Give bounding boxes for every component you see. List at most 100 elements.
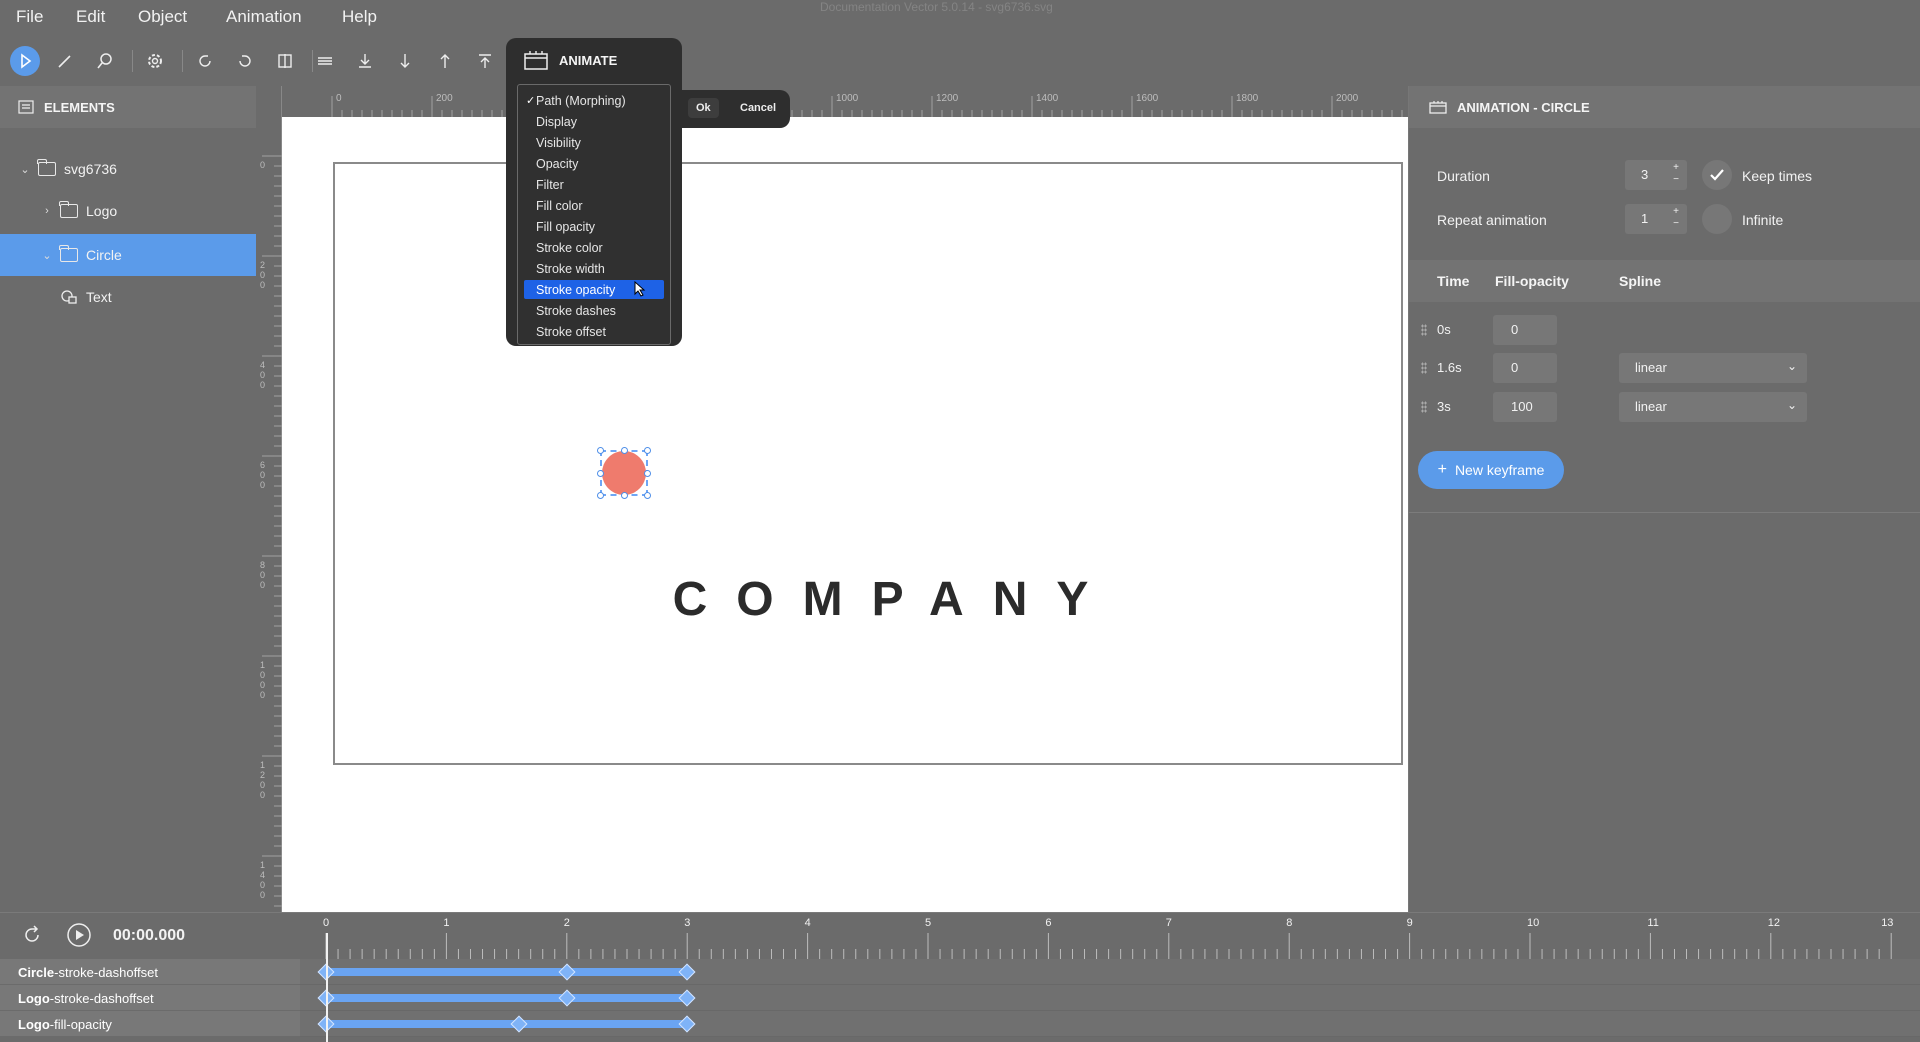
track-label[interactable]: Circle-stroke-dashoffset	[0, 959, 300, 985]
stepper-icon[interactable]: + −	[1673, 206, 1679, 230]
cursor-icon	[634, 280, 646, 302]
drag-handle-icon[interactable]	[1421, 401, 1427, 413]
menu-help[interactable]: Help	[342, 7, 377, 27]
loop-icon[interactable]	[21, 924, 43, 946]
rotate-ccw-button[interactable]	[232, 48, 258, 74]
menu-animation[interactable]: Animation	[226, 7, 302, 27]
flip-icon	[278, 54, 292, 68]
keyframe-diamond[interactable]	[558, 989, 576, 1007]
track-row[interactable]	[300, 1011, 1920, 1037]
ruler-label: 4 0 0	[260, 360, 266, 390]
property-option[interactable]: Filter	[524, 175, 664, 194]
move-down-button[interactable]	[392, 48, 418, 74]
property-option[interactable]: Stroke color	[524, 238, 664, 257]
gear-icon	[148, 54, 162, 68]
infinite-checkbox[interactable]	[1702, 204, 1732, 234]
keyframe-row[interactable]: 1.6s 0 linear ⌄	[1409, 350, 1920, 388]
keyframe-row[interactable]: 0s 0	[1409, 312, 1920, 350]
property-option-label: Path (Morphing)	[536, 94, 626, 108]
column-time: Time	[1437, 273, 1470, 289]
resize-handle[interactable]	[644, 470, 651, 477]
spline-select[interactable]: linear ⌄	[1619, 353, 1807, 383]
to-top-button[interactable]	[472, 48, 498, 74]
resize-handle[interactable]	[597, 492, 604, 499]
timeline-tick-label: 11	[1647, 917, 1659, 929]
keyframe-value-input[interactable]: 0	[1493, 315, 1557, 345]
move-up-button[interactable]	[432, 48, 458, 74]
track-bar[interactable]	[326, 968, 688, 976]
resize-handle[interactable]	[597, 447, 604, 454]
keep-times-checkbox[interactable]	[1702, 160, 1732, 190]
spline-select[interactable]: linear ⌄	[1619, 392, 1807, 422]
zoom-icon	[97, 53, 112, 69]
resize-handle[interactable]	[644, 447, 651, 454]
keyframe-diamond[interactable]	[678, 963, 696, 981]
property-option-label: Filter	[536, 178, 564, 192]
track-bar[interactable]	[326, 994, 688, 1002]
pen-tool-button[interactable]	[52, 48, 78, 74]
property-option[interactable]: Fill opacity	[524, 217, 664, 236]
keyframe-diamond[interactable]	[510, 1015, 528, 1033]
chevron-down-icon[interactable]: ⌄	[40, 249, 54, 262]
tree-item-circle[interactable]: ⌄ Circle	[0, 234, 256, 276]
align-button[interactable]	[312, 48, 338, 74]
zoom-tool-button[interactable]	[92, 48, 118, 74]
select-tool-button[interactable]	[10, 46, 40, 76]
keyframe-value-input[interactable]: 0	[1493, 353, 1557, 383]
playhead[interactable]	[326, 933, 328, 1042]
timeline-ruler[interactable]	[320, 913, 1920, 959]
cancel-button[interactable]: Cancel	[732, 98, 784, 118]
menu-object[interactable]: Object	[138, 7, 187, 27]
selection-box[interactable]	[597, 447, 651, 499]
property-option[interactable]: ✓ Path (Morphing)	[524, 91, 664, 110]
track-label[interactable]: Logo-stroke-dashoffset	[0, 985, 300, 1011]
property-option[interactable]: Display	[524, 112, 664, 131]
timeline: 00:00.000 0 1 2 3 4 5 6 7 8 9 10 11 12 13 Circle-stro…	[0, 912, 1920, 1042]
track-bar[interactable]	[326, 1020, 688, 1028]
flip-button[interactable]	[272, 48, 298, 74]
resize-handle[interactable]	[621, 447, 628, 454]
settings-button[interactable]	[142, 48, 168, 74]
rotate-cw-button[interactable]	[192, 48, 218, 74]
resize-handle[interactable]	[621, 492, 628, 499]
arrow-to-top-icon	[479, 54, 491, 68]
drag-handle-icon[interactable]	[1421, 362, 1427, 374]
play-icon[interactable]	[66, 922, 92, 948]
track-label[interactable]: Logo-fill-opacity	[0, 1011, 300, 1037]
property-option[interactable]: Fill color	[524, 196, 664, 215]
chevron-down-icon[interactable]: ⌄	[18, 163, 32, 176]
new-keyframe-button[interactable]: + New keyframe	[1418, 451, 1564, 489]
keyframe-diamond[interactable]	[558, 963, 576, 981]
repeat-input[interactable]: 1 + −	[1625, 204, 1687, 234]
tree-item-logo[interactable]: › Logo	[0, 190, 256, 232]
track-row[interactable]	[300, 959, 1920, 985]
resize-handle[interactable]	[597, 470, 604, 477]
stepper-icon[interactable]: + −	[1673, 162, 1679, 186]
drag-handle-icon[interactable]	[1421, 324, 1427, 336]
tree-item-text[interactable]: Text	[0, 276, 256, 318]
keyframe-time: 1.6s	[1437, 360, 1462, 375]
keyframe-row[interactable]: 3s 100 linear ⌄	[1409, 389, 1920, 427]
keyframe-value-input[interactable]: 100	[1493, 392, 1557, 422]
property-option[interactable]: Stroke offset	[524, 322, 664, 341]
property-option[interactable]: Stroke width	[524, 259, 664, 278]
track-row[interactable]	[300, 985, 1920, 1011]
chevron-right-icon[interactable]: ›	[40, 205, 54, 217]
to-bottom-button[interactable]	[352, 48, 378, 74]
keyframe-diamond[interactable]	[678, 1015, 696, 1033]
property-option[interactable]: Visibility	[524, 133, 664, 152]
ruler-label: 2000	[1336, 93, 1359, 104]
company-text[interactable]: COMPANY	[620, 572, 1170, 627]
duration-input[interactable]: 3 + −	[1625, 160, 1687, 190]
artboard[interactable]	[333, 162, 1403, 765]
property-option[interactable]: Opacity	[524, 154, 664, 173]
resize-handle[interactable]	[644, 492, 651, 499]
ruler-label: 1600	[1136, 93, 1159, 104]
menu-edit[interactable]: Edit	[76, 7, 105, 27]
menu-file[interactable]: File	[16, 7, 43, 27]
ok-button[interactable]: Ok	[688, 98, 719, 118]
tree-item-svg6736[interactable]: ⌄ svg6736	[0, 148, 256, 190]
property-option[interactable]: Stroke dashes	[524, 301, 664, 320]
ruler-label: 6 0 0	[260, 460, 266, 490]
keyframe-diamond[interactable]	[678, 989, 696, 1007]
